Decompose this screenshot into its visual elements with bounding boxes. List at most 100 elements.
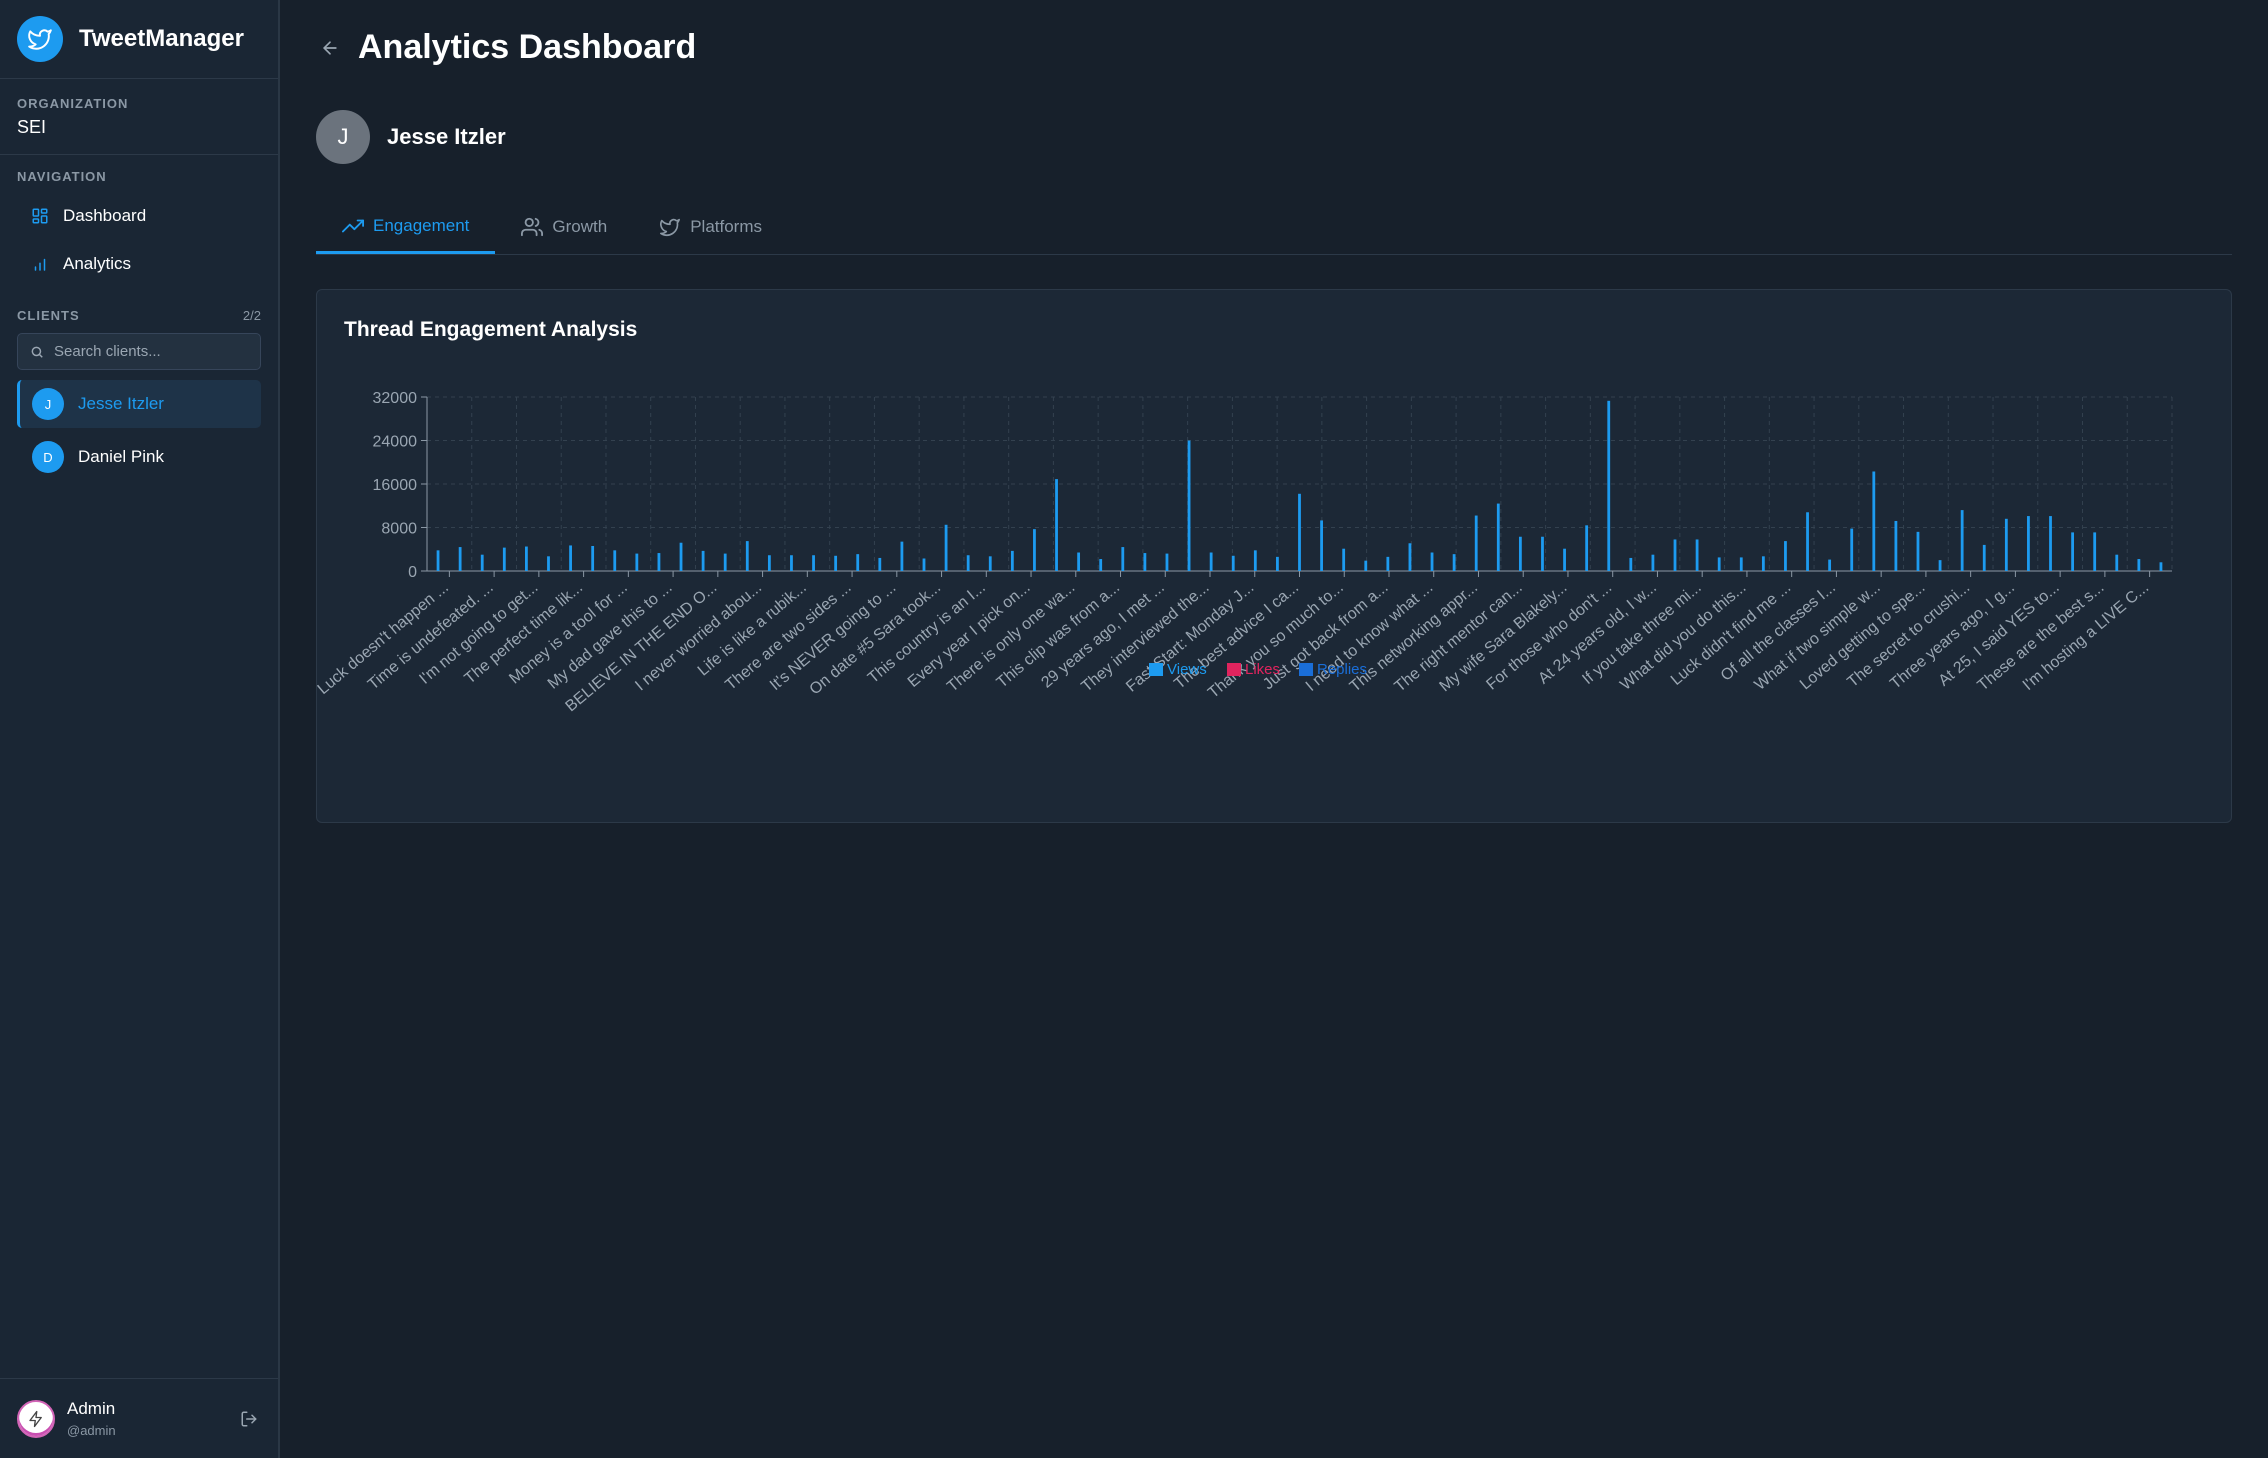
bar-views	[1364, 560, 1368, 571]
nav-item-analytics[interactable]: Analytics	[17, 240, 261, 288]
client-item-daniel-pink[interactable]: D Daniel Pink	[17, 433, 261, 481]
avatar[interactable]	[17, 1399, 55, 1438]
bar-views	[900, 541, 904, 571]
bar-views	[1187, 440, 1191, 571]
nav-item-label: Dashboard	[63, 206, 147, 225]
bar-views	[834, 555, 838, 571]
bar-chart-icon	[34, 258, 46, 271]
bar-views	[1629, 557, 1633, 571]
bar-views	[1010, 550, 1014, 571]
y-tick-label: 16000	[373, 477, 418, 494]
avatar: J	[32, 388, 64, 420]
bar-views	[2093, 532, 2097, 571]
bar-views	[591, 545, 595, 571]
bar-views	[524, 546, 528, 571]
bar-views	[1651, 554, 1655, 571]
y-tick-label: 32000	[373, 390, 418, 407]
bar-views	[878, 557, 882, 571]
nav-item-dashboard[interactable]: Dashboard	[17, 192, 261, 240]
legend-label: Likes	[1245, 661, 1280, 678]
bar-views	[1761, 556, 1765, 571]
bar-views	[1430, 552, 1434, 571]
tab-label: Growth	[552, 217, 608, 236]
bar-views	[1077, 552, 1081, 571]
bar-views	[767, 555, 771, 571]
bar-views	[1916, 531, 1920, 571]
main-content: Analytics Dashboard J Jesse Itzler Engag…	[280, 0, 2268, 1458]
bar-views	[1253, 550, 1257, 571]
bar-views	[1121, 547, 1125, 571]
tab-label: Engagement	[373, 215, 470, 235]
bar-views	[613, 550, 617, 571]
bar-views	[1298, 493, 1301, 571]
user-name: Admin	[67, 1399, 116, 1418]
y-tick-label: 24000	[373, 434, 418, 451]
tab-growth[interactable]: Growth	[495, 200, 633, 254]
bar-views	[1165, 553, 1169, 571]
bar-views	[2049, 516, 2052, 571]
bar-views	[1496, 503, 1500, 571]
arrow-left-icon	[323, 40, 337, 55]
sidebar-footer: Admin @admin	[0, 1378, 278, 1458]
bar-views	[1541, 536, 1544, 571]
nav-item-label: Analytics	[63, 254, 132, 273]
client-item-jesse-itzler[interactable]: J Jesse Itzler	[17, 380, 261, 428]
sidebar: TweetManager ORGANIZATION SEI NAVIGATION…	[0, 0, 280, 1458]
twitter-bird-icon	[17, 16, 63, 62]
trending-up-icon	[342, 219, 364, 232]
bar-views	[569, 545, 572, 571]
bar-views	[1033, 529, 1036, 571]
bar-views	[2027, 516, 2030, 571]
bar-views	[458, 547, 462, 571]
avatar: D	[32, 441, 64, 473]
bar-views	[988, 556, 992, 571]
client-search[interactable]	[17, 333, 261, 370]
bar-views	[944, 524, 948, 571]
bar-views	[1828, 559, 1832, 571]
logout-button[interactable]	[237, 1407, 261, 1431]
bar-views	[856, 554, 860, 571]
client-name: Jesse Itzler	[78, 394, 164, 413]
navigation-label: NAVIGATION	[17, 169, 107, 184]
grid-icon	[32, 208, 48, 224]
bar-views	[1872, 471, 1876, 571]
client-list: J Jesse Itzler D Daniel Pink	[0, 370, 278, 481]
legend-swatch	[1299, 663, 1313, 676]
bar-views	[1209, 552, 1213, 571]
bar-views	[2071, 532, 2075, 571]
bar-views	[480, 554, 484, 571]
bar-views	[1452, 554, 1456, 571]
bar-views	[1055, 479, 1058, 571]
bar-views	[1739, 557, 1743, 571]
y-tick-label: 0	[408, 564, 417, 581]
organization-name: SEI	[17, 117, 47, 137]
tabs: Engagement Growth Platforms	[316, 200, 2232, 255]
logout-icon	[241, 1411, 257, 1426]
bar-views	[1320, 520, 1323, 571]
bar-views	[1099, 559, 1103, 571]
search-clients-input[interactable]	[52, 342, 256, 361]
brand: TweetManager	[0, 0, 278, 79]
bar-views	[1143, 553, 1147, 571]
bar-views	[1231, 555, 1235, 571]
tab-label: Platforms	[690, 217, 762, 236]
bar-views	[1894, 520, 1898, 571]
legend-label: Views	[1167, 661, 1207, 678]
bar-views	[790, 555, 793, 571]
clients-label: CLIENTS	[17, 308, 80, 323]
users-icon	[521, 217, 544, 237]
bar-views	[1717, 557, 1721, 571]
legend-swatch	[1149, 663, 1163, 676]
twitter-icon	[660, 218, 681, 237]
bar-views	[1607, 400, 1611, 571]
bar-views	[1563, 548, 1566, 571]
tab-platforms[interactable]: Platforms	[633, 200, 788, 254]
back-button[interactable]	[316, 34, 344, 62]
client-profile: J Jesse Itzler	[316, 110, 506, 164]
bar-views	[502, 547, 506, 571]
clients-header: CLIENTS 2/2	[0, 308, 278, 323]
bar-views	[1784, 541, 1787, 571]
clients-count: 2/2	[242, 308, 261, 323]
tab-engagement[interactable]: Engagement	[316, 200, 496, 254]
avatar: J	[316, 110, 370, 164]
